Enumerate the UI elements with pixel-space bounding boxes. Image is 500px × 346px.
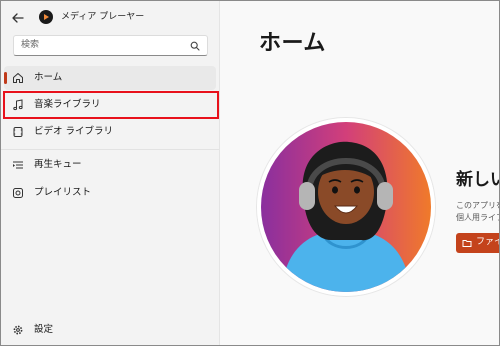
page-title: ホーム [259, 31, 326, 56]
sidebar-item-playlists[interactable]: プレイリスト [4, 181, 216, 205]
home-icon [13, 73, 23, 83]
search-icon[interactable] [190, 41, 200, 51]
add-files-button[interactable]: ファイ [456, 233, 499, 253]
app-title: メディア プレーヤー [61, 12, 145, 22]
playlist-icon [13, 188, 23, 198]
sidebar-item-label: 設定 [34, 324, 54, 335]
red-highlight-box [3, 91, 219, 119]
sidebar-item-video-library[interactable]: ビデオ ライブラリ [4, 120, 216, 144]
sidebar-item-label: プレイリスト [34, 187, 92, 198]
media-player-logo-icon [39, 10, 53, 24]
sidebar: メディア プレーヤー 検索 ホーム 音楽ライブラリ ビデオ ライブラリ 再生キュ… [1, 1, 220, 345]
add-files-button-label: ファイ [476, 237, 499, 247]
sidebar-item-settings[interactable]: 設定 [4, 318, 216, 342]
welcome-heading: 新しい [456, 170, 499, 190]
queue-icon [13, 161, 23, 169]
welcome-description-line: 個人用ライブ [456, 213, 500, 222]
main-content: ホーム 新し このアプリを 個人用ライブ ファ [220, 1, 500, 345]
sidebar-item-label: ビデオ ライブラリ [34, 126, 114, 137]
sidebar-item-label: 再生キュー [34, 159, 82, 170]
gear-icon [13, 325, 23, 335]
search-input[interactable]: 検索 [13, 35, 208, 56]
sidebar-item-label: ホーム [34, 72, 63, 83]
app-window: メディア プレーヤー 検索 ホーム 音楽ライブラリ ビデオ ライブラリ 再生キュ… [0, 0, 500, 346]
sidebar-divider [1, 149, 219, 150]
sidebar-item-play-queue[interactable]: 再生キュー [4, 153, 216, 177]
welcome-illustration [257, 118, 435, 296]
search-placeholder: 検索 [21, 40, 40, 50]
video-icon [13, 127, 23, 137]
welcome-description-line: このアプリを [456, 201, 500, 210]
back-arrow-icon[interactable] [10, 10, 26, 26]
selected-indicator [4, 72, 7, 84]
sidebar-item-home[interactable]: ホーム [4, 66, 216, 90]
folder-icon [462, 240, 472, 247]
